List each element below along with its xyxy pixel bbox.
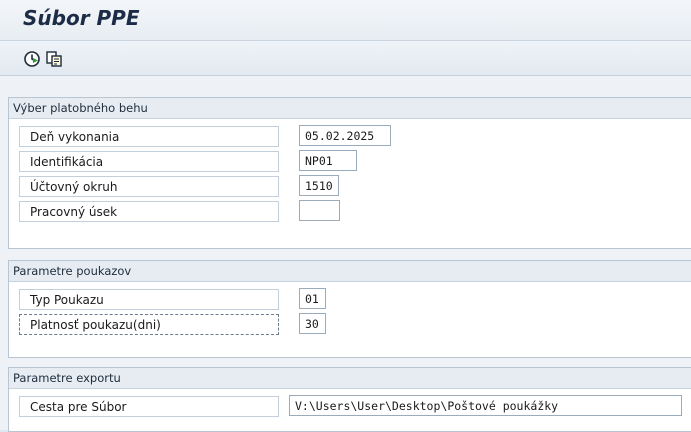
copy-document-icon (46, 51, 62, 67)
execute-icon (24, 51, 40, 67)
label-voucher-validity: Platnosť poukazu(dni) (19, 314, 279, 335)
application-toolbar (0, 41, 691, 76)
business-area-input[interactable] (299, 200, 340, 221)
identification-input[interactable] (299, 150, 357, 171)
execute-button[interactable] (22, 49, 42, 69)
company-code-input[interactable] (299, 175, 339, 196)
group-export-parameters: Parametre exportu Cesta pre Súbor (8, 367, 691, 432)
group-voucher-parameters: Parametre poukazov Typ Poukazu Platnosť … (8, 260, 691, 358)
label-voucher-type: Typ Poukazu (19, 289, 279, 310)
group-header-export-parameters: Parametre exportu (9, 368, 691, 389)
file-path-input[interactable] (289, 395, 682, 416)
group-header-voucher-parameters: Parametre poukazov (9, 261, 691, 282)
voucher-validity-input[interactable] (299, 313, 326, 334)
copy-button[interactable] (44, 49, 64, 69)
title-bar: Súbor PPE (0, 0, 691, 41)
label-company-code: Účtovný okruh (19, 176, 279, 197)
voucher-type-input[interactable] (299, 288, 326, 309)
label-file-path: Cesta pre Súbor (19, 396, 279, 417)
page-title: Súbor PPE (23, 6, 140, 30)
label-execution-date: Deň vykonania (19, 126, 279, 147)
group-payment-run-selection: Výber platobného behu Deň vykonania Iden… (8, 97, 691, 249)
selection-screen: Výber platobného behu Deň vykonania Iden… (0, 76, 691, 432)
label-business-area: Pracovný úsek (19, 201, 279, 222)
execution-date-input[interactable] (299, 125, 391, 146)
label-identification: Identifikácia (19, 151, 279, 172)
group-header-payment-run: Výber platobného behu (9, 98, 691, 119)
